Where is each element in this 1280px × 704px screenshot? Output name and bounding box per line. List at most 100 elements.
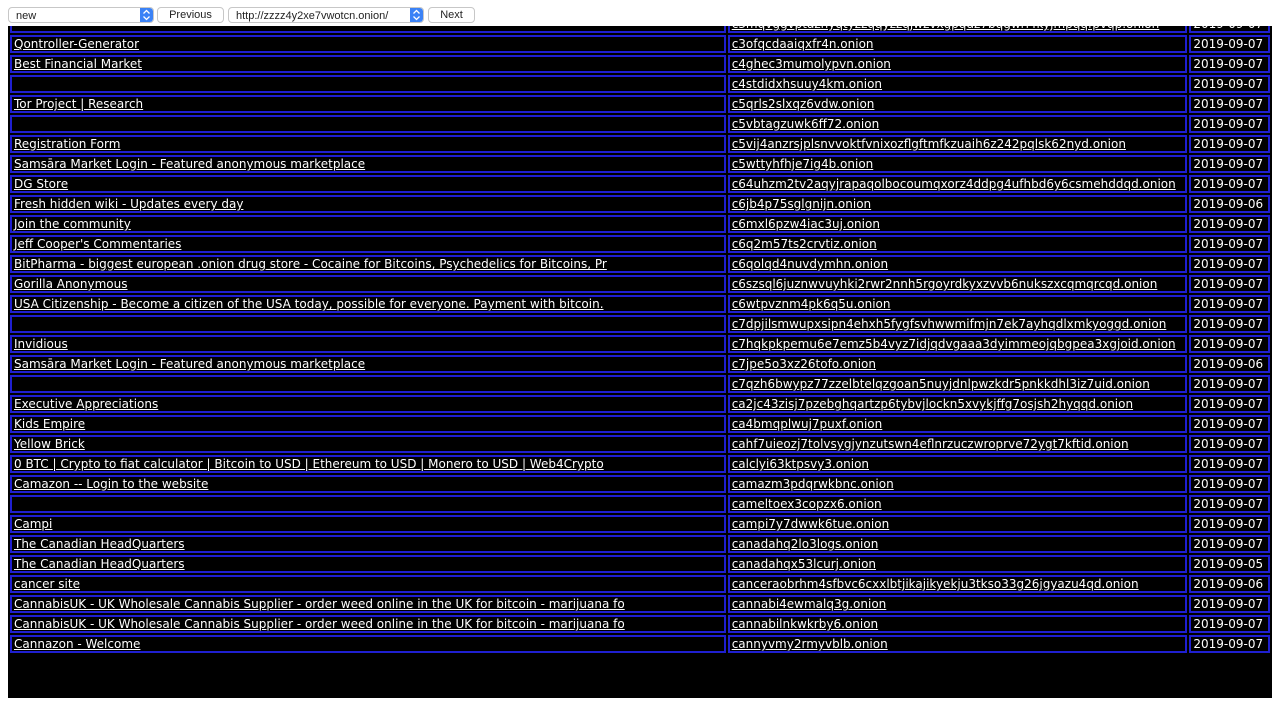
title-cell: CannabisUK - UK Wholesale Cannabis Suppl…: [10, 615, 726, 633]
onion-url-link[interactable]: cahf7uieozj7tolvsygjynzutswn4eflnrzuczwr…: [732, 437, 1129, 451]
site-title-link[interactable]: Cannazon - Welcome: [14, 637, 140, 651]
site-title-link[interactable]: Gorilla Anonymous: [14, 277, 128, 291]
date-cell: 2019-09-07: [1189, 595, 1270, 613]
onion-url-link[interactable]: calclyi63ktpsvy3.onion: [732, 457, 869, 471]
site-title-link[interactable]: Jeff Cooper's Commentaries: [14, 237, 181, 251]
table-row: Fresh hidden wiki - Updates every day c6j…: [10, 195, 1270, 213]
onion-url-link[interactable]: ca2jc43zisj7pzebghqartzp6tybvjlockn5xvyk…: [732, 397, 1133, 411]
onion-url-link[interactable]: c6jb4p75sglgnijn.onion: [732, 197, 871, 211]
onion-url-link[interactable]: c64uhzm2tv2aqyjrapaqolbocoumqxorz4ddpg4u…: [732, 177, 1176, 191]
url-cell: cannyvmy2rmyvblb.onion: [727, 635, 1188, 653]
onion-url-link[interactable]: c6mxl6pzw4iac3uj.onion: [732, 217, 880, 231]
table-row: Samsāra Market Login - Featured anonymou…: [10, 155, 1270, 173]
site-title-link[interactable]: BitPharma - biggest european .onion drug…: [14, 257, 607, 271]
site-title-link[interactable]: The Canadian HeadQuarters: [14, 537, 185, 551]
site-title-link[interactable]: Invidious: [14, 337, 68, 351]
onion-url-link[interactable]: c7jpe5o3xz26tofo.onion: [732, 357, 876, 371]
site-title-link[interactable]: DG Store: [14, 177, 68, 191]
onion-url-link[interactable]: ca4bmqplwuj7puxf.onion: [732, 417, 883, 431]
table-row: Join the community c6mxl6pzw4iac3uj.onion…: [10, 215, 1270, 233]
url-cell: cannabi4ewmalq3g.onion: [727, 595, 1188, 613]
onion-url-link[interactable]: cannabi4ewmalq3g.onion: [732, 597, 887, 611]
onion-url-link[interactable]: campi7y7dwwk6tue.onion: [732, 517, 890, 531]
table-row: The Canadian HeadQuarters canadahq2lo3log…: [10, 535, 1270, 553]
sort-select-value: new: [16, 10, 37, 22]
site-title-link[interactable]: CannabisUK - UK Wholesale Cannabis Suppl…: [14, 597, 625, 611]
site-title-link[interactable]: Best Financial Market: [14, 57, 142, 71]
site-title-link[interactable]: Tor Project | Research: [14, 97, 143, 111]
site-title-link[interactable]: Fresh hidden wiki - Updates every day: [14, 197, 243, 211]
onion-url-link[interactable]: c7dpjilsmwupxsipn4ehxh5fygfsvhwwmifmjn7e…: [732, 317, 1167, 331]
site-select-value: http://zzzz4y2xe7vwotcn.onion/: [236, 10, 389, 22]
url-cell: c6mxl6pzw4iac3uj.onion: [727, 215, 1188, 233]
url-cell: c5qrls2slxqz6vdw.onion: [727, 95, 1188, 113]
title-cell: [10, 315, 726, 333]
site-title-link[interactable]: USA Citizenship - Become a citizen of th…: [14, 297, 604, 311]
onion-url-link[interactable]: c4stdidxhsuuy4km.onion: [732, 77, 882, 91]
onion-url-link[interactable]: camazm3pdqrwkbnc.onion: [732, 477, 894, 491]
date-cell: 2019-09-07: [1189, 295, 1270, 313]
site-title-link[interactable]: The Canadian HeadQuarters: [14, 557, 185, 571]
next-button[interactable]: Next: [428, 7, 475, 23]
onion-url-link[interactable]: cameltoex3copzx6.onion: [732, 497, 882, 511]
site-select[interactable]: http://zzzz4y2xe7vwotcn.onion/: [228, 7, 424, 23]
title-cell: CannabisUK - UK Wholesale Cannabis Suppl…: [10, 595, 726, 613]
url-cell: cahf7uieozj7tolvsygjynzutswn4eflnrzuczwr…: [727, 435, 1188, 453]
site-title-link[interactable]: Qontroller-Generator: [14, 37, 139, 51]
title-cell: DG Store: [10, 175, 726, 193]
previous-button[interactable]: Previous: [157, 7, 224, 23]
sort-select[interactable]: new: [8, 7, 154, 23]
onion-url-link[interactable]: c7qzh6bwypz77zzelbtelqzgoan5nuyjdnlpwzkd…: [732, 377, 1150, 391]
date-cell: 2019-09-07: [1189, 35, 1270, 53]
date-cell: 2019-09-06: [1189, 195, 1270, 213]
select-arrows-icon: [410, 8, 423, 22]
date-cell: 2019-09-07: [1189, 515, 1270, 533]
title-cell: Qontroller-Generator: [10, 35, 726, 53]
site-title-link[interactable]: 0 BTC | Crypto to fiat calculator | Bitc…: [14, 457, 604, 471]
site-title-link[interactable]: cancer site: [14, 577, 80, 591]
site-title-link[interactable]: Kids Empire: [14, 417, 85, 431]
url-cell: c4ghec3mumolypvn.onion: [727, 55, 1188, 73]
onion-url-link[interactable]: c5wttyhfhje7ig4b.onion: [732, 157, 874, 171]
onion-url-link[interactable]: c6wtpvznm4pk6q5u.onion: [732, 297, 891, 311]
onion-url-link[interactable]: c4ghec3mumolypvn.onion: [732, 57, 891, 71]
onion-url-link[interactable]: c6qolqd4nuvdymhn.onion: [732, 257, 888, 271]
site-title-link[interactable]: Samsāra Market Login - Featured anonymou…: [14, 357, 365, 371]
toolbar: new Previous http://zzzz4y2xe7vwotcn.oni…: [0, 0, 1280, 26]
site-title-link[interactable]: CannabisUK - UK Wholesale Cannabis Suppl…: [14, 617, 625, 631]
date-cell: 2019-09-07: [1189, 475, 1270, 493]
url-cell: c6qolqd4nuvdymhn.onion: [727, 255, 1188, 273]
site-title-link[interactable]: Join the community: [14, 217, 131, 231]
date-cell: 2019-09-07: [1189, 155, 1270, 173]
onion-url-link[interactable]: cannabilnkwkrby6.onion: [732, 617, 878, 631]
onion-url-link[interactable]: c5vbtagzuwk6ff72.onion: [732, 117, 880, 131]
site-title-link[interactable]: Registration Form: [14, 137, 120, 151]
url-cell: c5wttyhfhje7ig4b.onion: [727, 155, 1188, 173]
site-title-link[interactable]: Yellow Brick: [14, 437, 85, 451]
onion-url-link[interactable]: c5qrls2slxqz6vdw.onion: [732, 97, 875, 111]
table-row: Camazon -- Login to the website camazm3pd…: [10, 475, 1270, 493]
date-cell: 2019-09-07: [1189, 55, 1270, 73]
onion-url-link[interactable]: cannyvmy2rmyvblb.onion: [732, 637, 888, 651]
onion-url-link[interactable]: canadahqx53lcurj.onion: [732, 557, 876, 571]
date-cell: 2019-09-07: [1189, 255, 1270, 273]
site-title-link[interactable]: Executive Appreciations: [14, 397, 158, 411]
onion-url-link[interactable]: canadahq2lo3logs.onion: [732, 537, 879, 551]
onion-url-link[interactable]: c6szsql6juznwvuyhki2rwr2nnh5rgoyrdkyxzvv…: [732, 277, 1158, 291]
date-cell: 2019-09-07: [1189, 635, 1270, 653]
onion-url-link[interactable]: canceraobrhm4sfbvc6cxxlbtjikajikyekju3tk…: [732, 577, 1139, 591]
title-cell: BitPharma - biggest european .onion drug…: [10, 255, 726, 273]
onion-url-link[interactable]: c7hqkpkpemu6e7emz5b4vyz7idjqdvgaaa3dyimm…: [732, 337, 1176, 351]
site-title-link[interactable]: Camazon -- Login to the website: [14, 477, 208, 491]
onion-url-link[interactable]: c5vij4anzrsjplsnvvoktfvnixozflgftmfkzuai…: [732, 137, 1126, 151]
onion-url-link[interactable]: c3ofqcdaaiqxfr4n.onion: [732, 37, 874, 51]
onion-url-link[interactable]: c6q2m57ts2crvtiz.onion: [732, 237, 877, 251]
date-cell: 2019-09-07: [1189, 415, 1270, 433]
site-title-link[interactable]: Samsāra Market Login - Featured anonymou…: [14, 157, 365, 171]
site-title-link[interactable]: Campi: [14, 517, 52, 531]
url-cell: c7dpjilsmwupxsipn4ehxh5fygfsvhwwmifmjn7e…: [727, 315, 1188, 333]
url-cell: c6q2m57ts2crvtiz.onion: [727, 235, 1188, 253]
title-cell: Campi: [10, 515, 726, 533]
date-cell: 2019-09-07: [1189, 115, 1270, 133]
title-cell: Samsāra Market Login - Featured anonymou…: [10, 155, 726, 173]
